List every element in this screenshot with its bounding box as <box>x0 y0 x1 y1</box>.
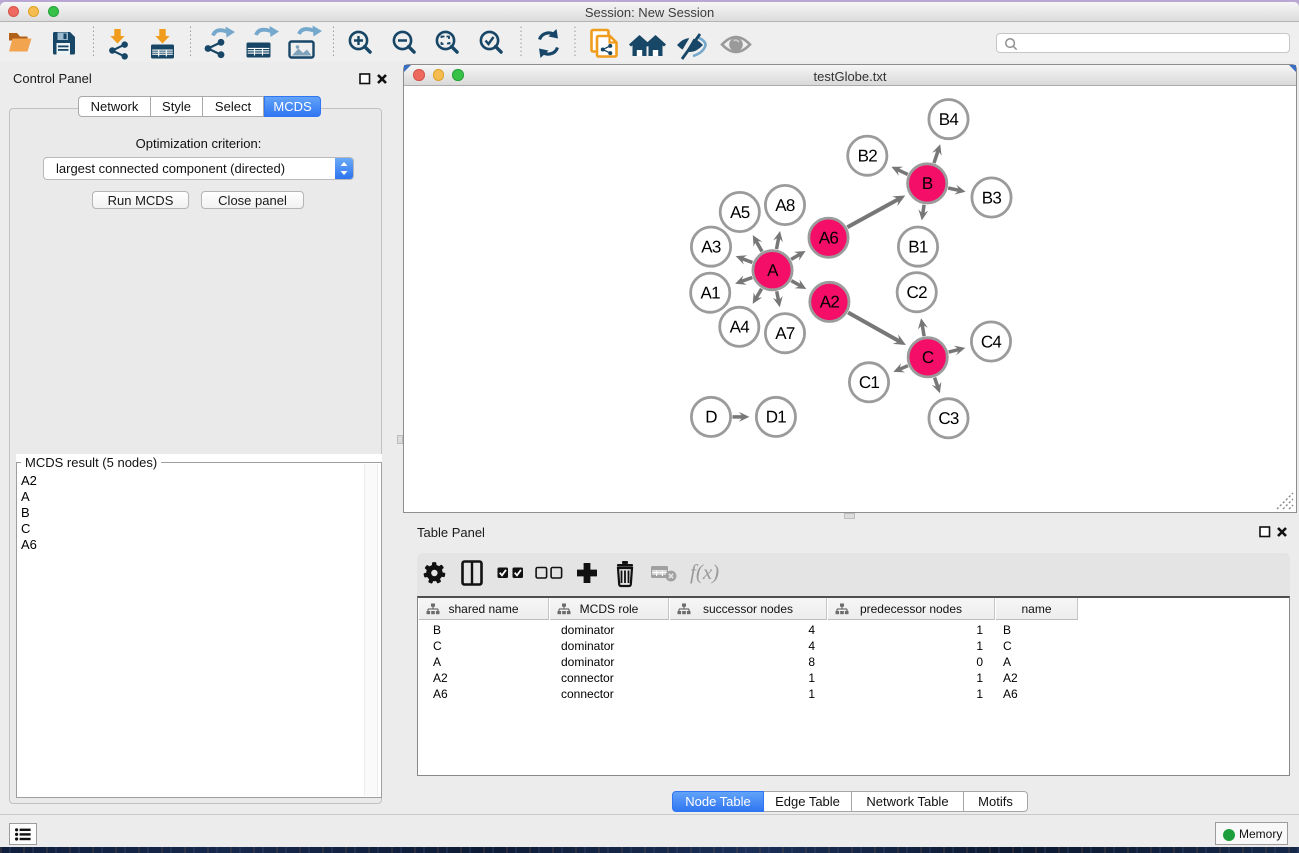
svg-text:A: A <box>767 261 779 280</box>
svg-text:A1: A1 <box>700 284 720 303</box>
svg-text:C4: C4 <box>981 332 1002 351</box>
svg-text:A4: A4 <box>730 318 750 337</box>
svg-text:C2: C2 <box>907 283 928 302</box>
svg-text:B2: B2 <box>858 147 878 166</box>
svg-text:D1: D1 <box>766 408 787 427</box>
svg-text:B: B <box>922 174 933 193</box>
svg-text:A7: A7 <box>775 324 795 343</box>
svg-text:D: D <box>705 408 717 427</box>
svg-text:A6: A6 <box>819 229 839 248</box>
svg-text:A2: A2 <box>820 293 840 312</box>
svg-text:A5: A5 <box>730 203 750 222</box>
svg-text:C1: C1 <box>859 373 880 392</box>
svg-text:C3: C3 <box>938 409 959 428</box>
svg-text:A8: A8 <box>775 196 795 215</box>
svg-text:A3: A3 <box>701 237 721 256</box>
svg-text:B3: B3 <box>982 188 1002 207</box>
svg-text:C: C <box>922 348 934 367</box>
svg-text:B1: B1 <box>908 237 928 256</box>
svg-text:B4: B4 <box>939 110 959 129</box>
